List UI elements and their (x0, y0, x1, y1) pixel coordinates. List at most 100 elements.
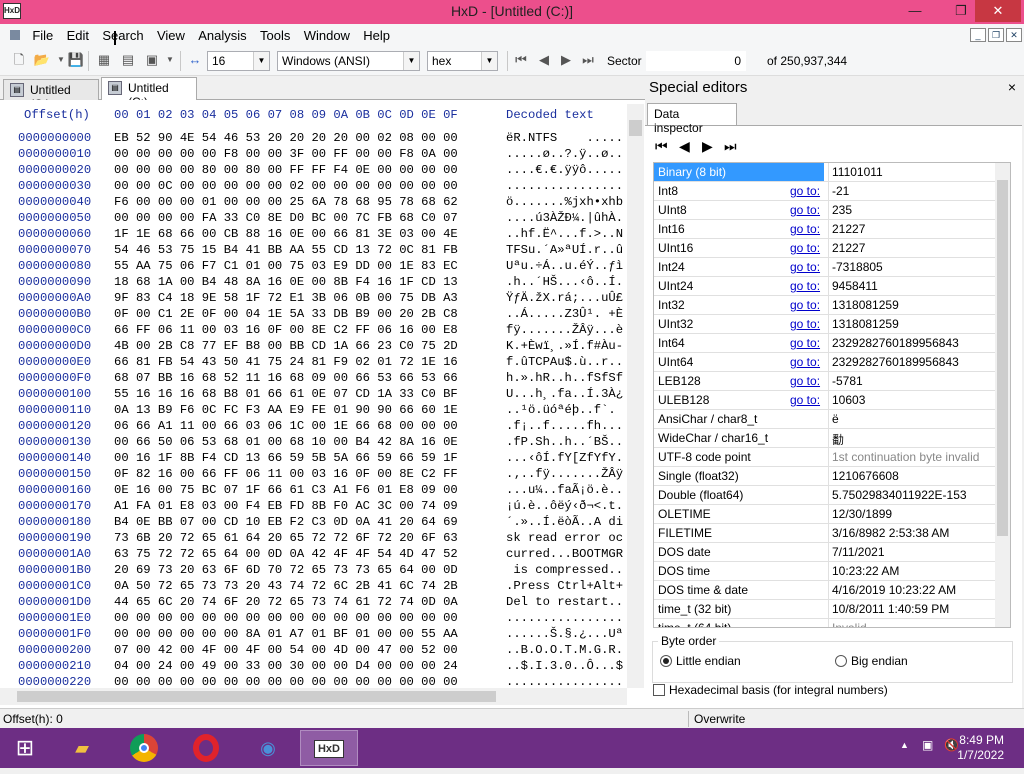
inspector-row[interactable]: AnsiChar / char8_t ë (654, 410, 996, 429)
row-decoded-text[interactable]: fÿ.......ŽÂÿ...è (506, 323, 623, 337)
inspector-value[interactable]: 7/11/2021 (828, 543, 996, 562)
inspector-row[interactable]: Double (float64) 5.75029834011922E-153 (654, 486, 996, 505)
row-hex-bytes[interactable]: 00 16 1F 8B F4 CD 13 66 59 5B 5A 66 59 6… (114, 451, 458, 465)
goto-link[interactable]: go to: (790, 222, 820, 236)
chevron-down-icon[interactable]: ▼ (253, 52, 269, 70)
mdi-minimize-icon[interactable]: _ (970, 28, 986, 42)
row-decoded-text[interactable]: sk read error oc (506, 531, 623, 545)
menu-search[interactable]: Search (97, 24, 148, 47)
row-decoded-text[interactable]: ö.......%jxh•xhb (506, 195, 623, 209)
inspector-row[interactable]: UInt24 go to: 9458411 (654, 277, 996, 296)
menu-window[interactable]: Window (299, 24, 355, 47)
row-hex-bytes[interactable]: 00 00 0C 00 00 00 00 00 02 00 00 00 00 0… (114, 179, 458, 193)
row-hex-bytes[interactable]: 55 AA 75 06 F7 C1 01 00 75 03 E9 DD 00 1… (114, 259, 458, 273)
inspector-scroll-thumb[interactable] (997, 180, 1008, 536)
horizontal-scroll-thumb[interactable] (17, 691, 496, 702)
inspector-row[interactable]: Binary (8 bit) 11101011 (654, 163, 996, 182)
row-decoded-text[interactable]: ..Á.....Z3Û¹. +È (506, 307, 623, 321)
row-hex-bytes[interactable]: 0A 13 B9 F6 0C FC F3 AA E9 FE 01 90 90 6… (114, 403, 458, 417)
network-app-icon[interactable]: ◉ (243, 730, 293, 766)
row-decoded-text[interactable]: .fP.Sh..h..´BŠ.. (506, 435, 623, 449)
previous-sector-icon[interactable]: ◀ (535, 51, 553, 69)
document-icon[interactable] (10, 30, 20, 40)
row-decoded-text[interactable]: f.ûTCPAu$.ù..r.. (506, 355, 623, 369)
inspector-value[interactable]: 1318081259 (828, 315, 996, 334)
inspector-row[interactable]: LEB128 go to: -5781 (654, 372, 996, 391)
inspector-value[interactable]: 3/16/8982 2:53:38 AM (828, 524, 996, 543)
row-decoded-text[interactable]: ..B.O.O.T.M.G.R. (506, 643, 623, 657)
row-decoded-text[interactable]: ¡ú.è..ôëý‹ð¬<.t. (506, 499, 623, 513)
inspector-value[interactable]: 235 (828, 201, 996, 220)
first-sector-icon[interactable]: ⏮ (512, 51, 530, 69)
inspector-value[interactable]: 10:23:22 AM (828, 562, 996, 581)
row-hex-bytes[interactable]: 0F 82 16 00 66 FF 06 11 00 03 16 0F 00 8… (114, 467, 458, 481)
inspector-row[interactable]: Int8 go to: -21 (654, 182, 996, 201)
bytes-per-row-select[interactable]: 16 ▼ (207, 51, 270, 71)
row-decoded-text[interactable]: ......Š.§.¿...Uª (506, 627, 623, 641)
clock[interactable]: 8:49 PM 1/7/2022 (957, 733, 1004, 763)
hex-basis-checkbox[interactable] (653, 684, 665, 696)
goto-link[interactable]: go to: (790, 260, 820, 274)
network-icon[interactable]: ▣ (922, 738, 933, 752)
file-explorer-icon[interactable]: ▰ (57, 730, 107, 766)
row-decoded-text[interactable]: ..hf.Ë^...f.>..N (506, 227, 623, 241)
goto-link[interactable]: go to: (790, 279, 820, 293)
inspector-value[interactable]: 5.75029834011922E-153 (828, 486, 996, 505)
row-decoded-text[interactable]: .f¡..f.....fh... (506, 419, 623, 433)
row-decoded-text[interactable]: ....ú3ÀŽÐ¼.|ûhÀ. (506, 211, 623, 225)
inspector-value[interactable]: 9458411 (828, 277, 996, 296)
goto-link[interactable]: go to: (790, 203, 820, 217)
row-hex-bytes[interactable]: 55 16 16 16 68 B8 01 66 61 0E 07 CD 1A 3… (114, 387, 458, 401)
inspector-row[interactable]: DOS time & date 4/16/2019 10:23:22 AM (654, 581, 996, 600)
inspector-value[interactable]: 12/30/1899 (828, 505, 996, 524)
menu-view[interactable]: View (152, 24, 190, 47)
goto-link[interactable]: go to: (790, 184, 820, 198)
row-hex-bytes[interactable]: 66 FF 06 11 00 03 16 0F 00 8E C2 FF 06 1… (114, 323, 458, 337)
inspector-row[interactable]: ULEB128 go to: 10603 (654, 391, 996, 410)
row-hex-bytes[interactable]: B4 0E BB 07 00 CD 10 EB F2 C3 0D 0A 41 2… (114, 515, 458, 529)
row-decoded-text[interactable]: ´.»..Í.ëòÃ..A di (506, 515, 623, 529)
row-hex-bytes[interactable]: 54 46 53 75 15 B4 41 BB AA 55 CD 13 72 0… (114, 243, 458, 257)
big-endian-radio[interactable] (835, 655, 847, 667)
row-hex-bytes[interactable]: 0A 50 72 65 73 73 20 43 74 72 6C 2B 41 6… (114, 579, 458, 593)
hxd-taskbar-icon[interactable]: HxD (300, 730, 358, 766)
goto-link[interactable]: go to: (790, 241, 820, 255)
row-hex-bytes[interactable]: A1 FA 01 E8 03 00 F4 EB FD 8B F0 AC 3C 0… (114, 499, 458, 513)
next-sector-icon[interactable]: ▶ (557, 51, 575, 69)
row-hex-bytes[interactable]: 68 07 BB 16 68 52 11 16 68 09 00 66 53 6… (114, 371, 458, 385)
mdi-restore-icon[interactable]: ❐ (988, 28, 1004, 42)
row-decoded-text[interactable]: Del to restart.. (506, 595, 623, 609)
inspector-value[interactable]: -5781 (828, 372, 996, 391)
row-decoded-text[interactable]: ëR.NTFS ..... (506, 131, 623, 145)
row-hex-bytes[interactable]: 63 75 72 72 65 64 00 0D 0A 42 4F 4F 54 4… (114, 547, 458, 561)
row-decoded-text[interactable]: h.».hR..h..fSfSf (506, 371, 623, 385)
inspector-row[interactable]: Int16 go to: 21227 (654, 220, 996, 239)
last-icon[interactable]: ⏭ (724, 138, 737, 155)
goto-link[interactable]: go to: (790, 393, 820, 407)
inspector-value[interactable]: 1210676608 (828, 467, 996, 486)
row-hex-bytes[interactable]: 00 00 00 00 00 00 00 00 00 00 00 00 00 0… (114, 611, 458, 625)
inspector-row[interactable]: Int24 go to: -7318805 (654, 258, 996, 277)
goto-link[interactable]: go to: (790, 298, 820, 312)
row-decoded-text[interactable]: ...u¼..faÃ¡ö.è.. (506, 483, 623, 497)
inspector-value[interactable]: 1318081259 (828, 296, 996, 315)
row-hex-bytes[interactable]: 04 00 24 00 49 00 33 00 30 00 00 D4 00 0… (114, 659, 458, 673)
next-icon[interactable]: ▶ (702, 138, 713, 155)
status-mode[interactable]: Overwrite (694, 712, 745, 726)
inspector-value[interactable]: 1st continuation byte invalid (828, 448, 996, 467)
row-decoded-text[interactable]: .‚..fÿ.......ŽÂÿ (506, 467, 623, 481)
inspector-value[interactable]: 10/8/2011 1:40:59 PM (828, 600, 996, 619)
row-decoded-text[interactable]: .h..´HŠ...‹ô..Í. (506, 275, 623, 289)
sector-input[interactable]: 0 (646, 51, 746, 71)
row-decoded-text[interactable]: ..¹ö.üóªéþ..f`. (506, 403, 616, 417)
row-hex-bytes[interactable]: 44 65 6C 20 74 6F 20 72 65 73 74 61 72 7… (114, 595, 458, 609)
row-decoded-text[interactable]: TFSu.´A»ªUÍ.r..û (506, 243, 623, 257)
row-hex-bytes[interactable]: 00 00 00 00 FA 33 C0 8E D0 BC 00 7C FB 6… (114, 211, 458, 225)
inspector-row[interactable]: UInt8 go to: 235 (654, 201, 996, 220)
row-hex-bytes[interactable]: 18 68 1A 00 B4 48 8A 16 0E 00 8B F4 16 1… (114, 275, 458, 289)
row-hex-bytes[interactable]: 20 69 73 20 63 6F 6D 70 72 65 73 73 65 6… (114, 563, 458, 577)
row-hex-bytes[interactable]: 73 6B 20 72 65 61 64 20 65 72 72 6F 72 2… (114, 531, 458, 545)
inspector-row[interactable]: WideChar / char16_t 勫 (654, 429, 996, 448)
inspector-value[interactable]: 2329282760189956843 (828, 334, 996, 353)
inspector-row[interactable]: UInt16 go to: 21227 (654, 239, 996, 258)
